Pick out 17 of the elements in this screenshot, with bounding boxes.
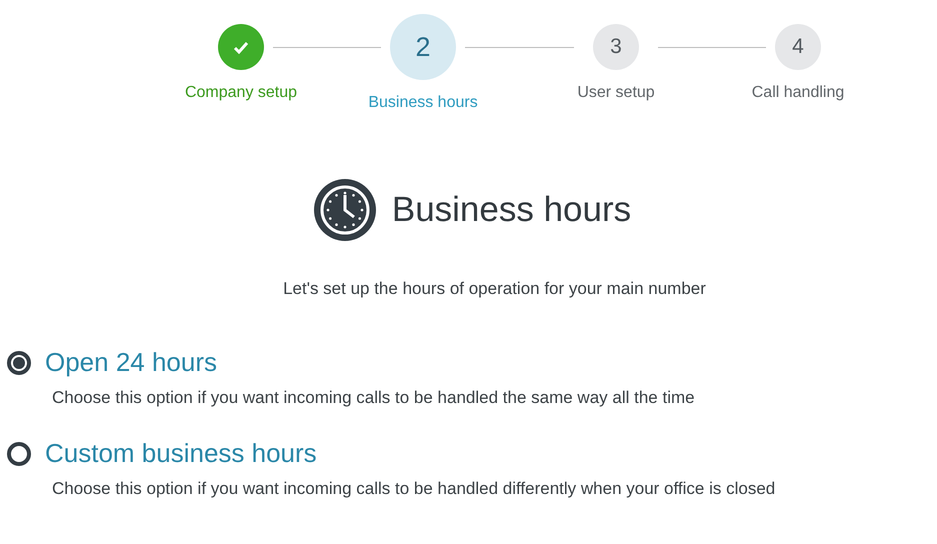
page-subtitle: Let's set up the hours of operation for your main number — [282, 279, 707, 299]
step-label: User setup — [577, 84, 655, 102]
option-description: Choose this option if you want incoming calls to be handled the same way all the time — [52, 388, 696, 408]
step-label: Company setup — [184, 84, 298, 102]
option-description: Choose this option if you want incoming calls to be handled differently when your office is closed — [52, 479, 776, 499]
page-title: Business hours — [392, 190, 632, 230]
clock-icon — [314, 179, 376, 241]
step-label: Call handling — [752, 84, 844, 102]
step-number: 2 — [415, 32, 431, 62]
step-number: 3 — [610, 35, 622, 59]
radio-button[interactable] — [7, 350, 31, 374]
option-title[interactable]: Open 24 hours — [45, 347, 218, 378]
option-title[interactable]: Custom business hours — [45, 438, 317, 469]
step-label: Business hours — [368, 94, 478, 112]
radio-button[interactable] — [7, 442, 31, 466]
check-icon — [233, 40, 249, 54]
step-number: 4 — [792, 35, 804, 59]
